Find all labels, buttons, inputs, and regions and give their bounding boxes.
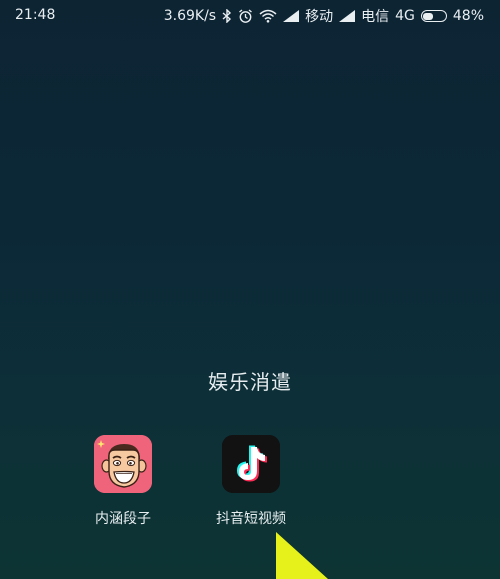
neihan-duanzi-icon[interactable] xyxy=(94,435,152,493)
app-douyin[interactable]: 抖音短视频 xyxy=(196,435,306,528)
network-type: 4G xyxy=(395,8,415,24)
app-label: 内涵段子 xyxy=(95,511,151,527)
douyin-icon[interactable] xyxy=(222,435,280,493)
bluetooth-icon xyxy=(222,7,232,25)
battery-fill xyxy=(423,12,434,20)
battery-percent: 48% xyxy=(452,8,484,24)
status-bar: 21:48 3.69K/s 移动 电信 4G 48% xyxy=(0,0,500,32)
status-indicators: 3.69K/s 移动 电信 4G 48% xyxy=(164,6,484,26)
alarm-icon xyxy=(238,7,253,25)
carrier-1: 移动 xyxy=(305,9,334,25)
app-neihan-duanzi[interactable]: 内涵段子 xyxy=(68,435,178,528)
wifi-icon xyxy=(259,7,277,25)
network-speed: 3.69K/s xyxy=(163,8,217,24)
cursor-pointer-icon xyxy=(276,532,328,579)
signal-icon xyxy=(283,7,300,25)
signal-icon xyxy=(339,7,356,25)
status-time: 21:48 xyxy=(15,7,56,23)
battery-icon xyxy=(420,10,447,22)
app-label: 抖音短视频 xyxy=(216,511,286,527)
folder-title: 娱乐消遣 xyxy=(208,370,292,394)
carrier-2: 电信 xyxy=(361,9,390,25)
